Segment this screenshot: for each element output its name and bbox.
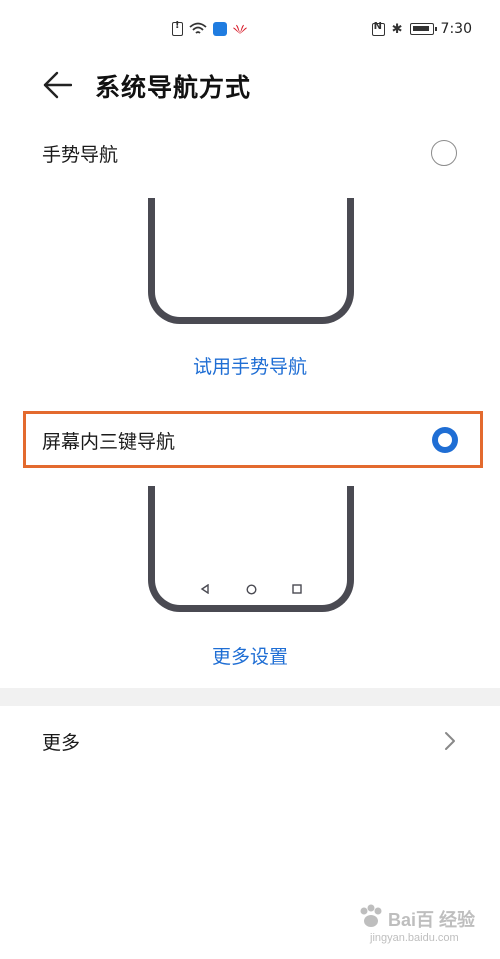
page-title: 系统导航方式	[95, 73, 252, 102]
nfc-icon	[371, 21, 385, 36]
battery-icon	[409, 23, 437, 35]
bluetooth-icon: ✱	[391, 21, 403, 37]
status-bar: ✱ 7:30	[0, 0, 500, 56]
cloud-icon	[213, 22, 227, 36]
back-triangle-icon	[199, 583, 211, 595]
three-key-phone-illustration	[148, 486, 354, 612]
header: 系统导航方式	[0, 56, 500, 116]
home-circle-icon	[245, 583, 257, 595]
chevron-right-icon	[445, 732, 455, 750]
wifi-icon	[189, 22, 207, 34]
option-label: 手势导航	[42, 144, 119, 166]
watermark-brand: Bai百 经验	[388, 910, 476, 930]
option-three-key-navigation[interactable]: 屏幕内三键导航	[0, 411, 500, 469]
recents-square-icon	[291, 583, 303, 595]
radio-button-unselected[interactable]	[431, 140, 457, 166]
section-divider	[0, 688, 500, 706]
huawei-logo-icon	[233, 24, 247, 34]
back-button[interactable]	[38, 68, 78, 102]
watermark-url: jingyan.baidu.com	[370, 932, 459, 944]
nav-keys	[155, 583, 347, 595]
status-time: 7:30	[440, 21, 472, 37]
baidu-watermark: Bai百 经验 jingyan.baidu.com	[352, 900, 492, 952]
radio-button-selected[interactable]	[432, 427, 458, 453]
status-right-icons: ✱ 7:30	[371, 19, 472, 39]
try-gesture-link[interactable]: 试用手势导航	[0, 352, 500, 379]
more-label: 更多	[42, 732, 81, 754]
status-left-icons	[172, 20, 247, 38]
more-settings-link[interactable]: 更多设置	[0, 642, 500, 669]
option-gesture-navigation[interactable]: 手势导航	[0, 124, 500, 182]
arrow-left-icon	[43, 71, 72, 99]
option-label: 屏幕内三键导航	[42, 431, 176, 453]
gesture-phone-illustration	[148, 198, 354, 324]
sim-alert-icon	[172, 20, 183, 36]
more-row[interactable]: 更多	[0, 712, 500, 770]
paw-logo-icon	[360, 904, 382, 927]
